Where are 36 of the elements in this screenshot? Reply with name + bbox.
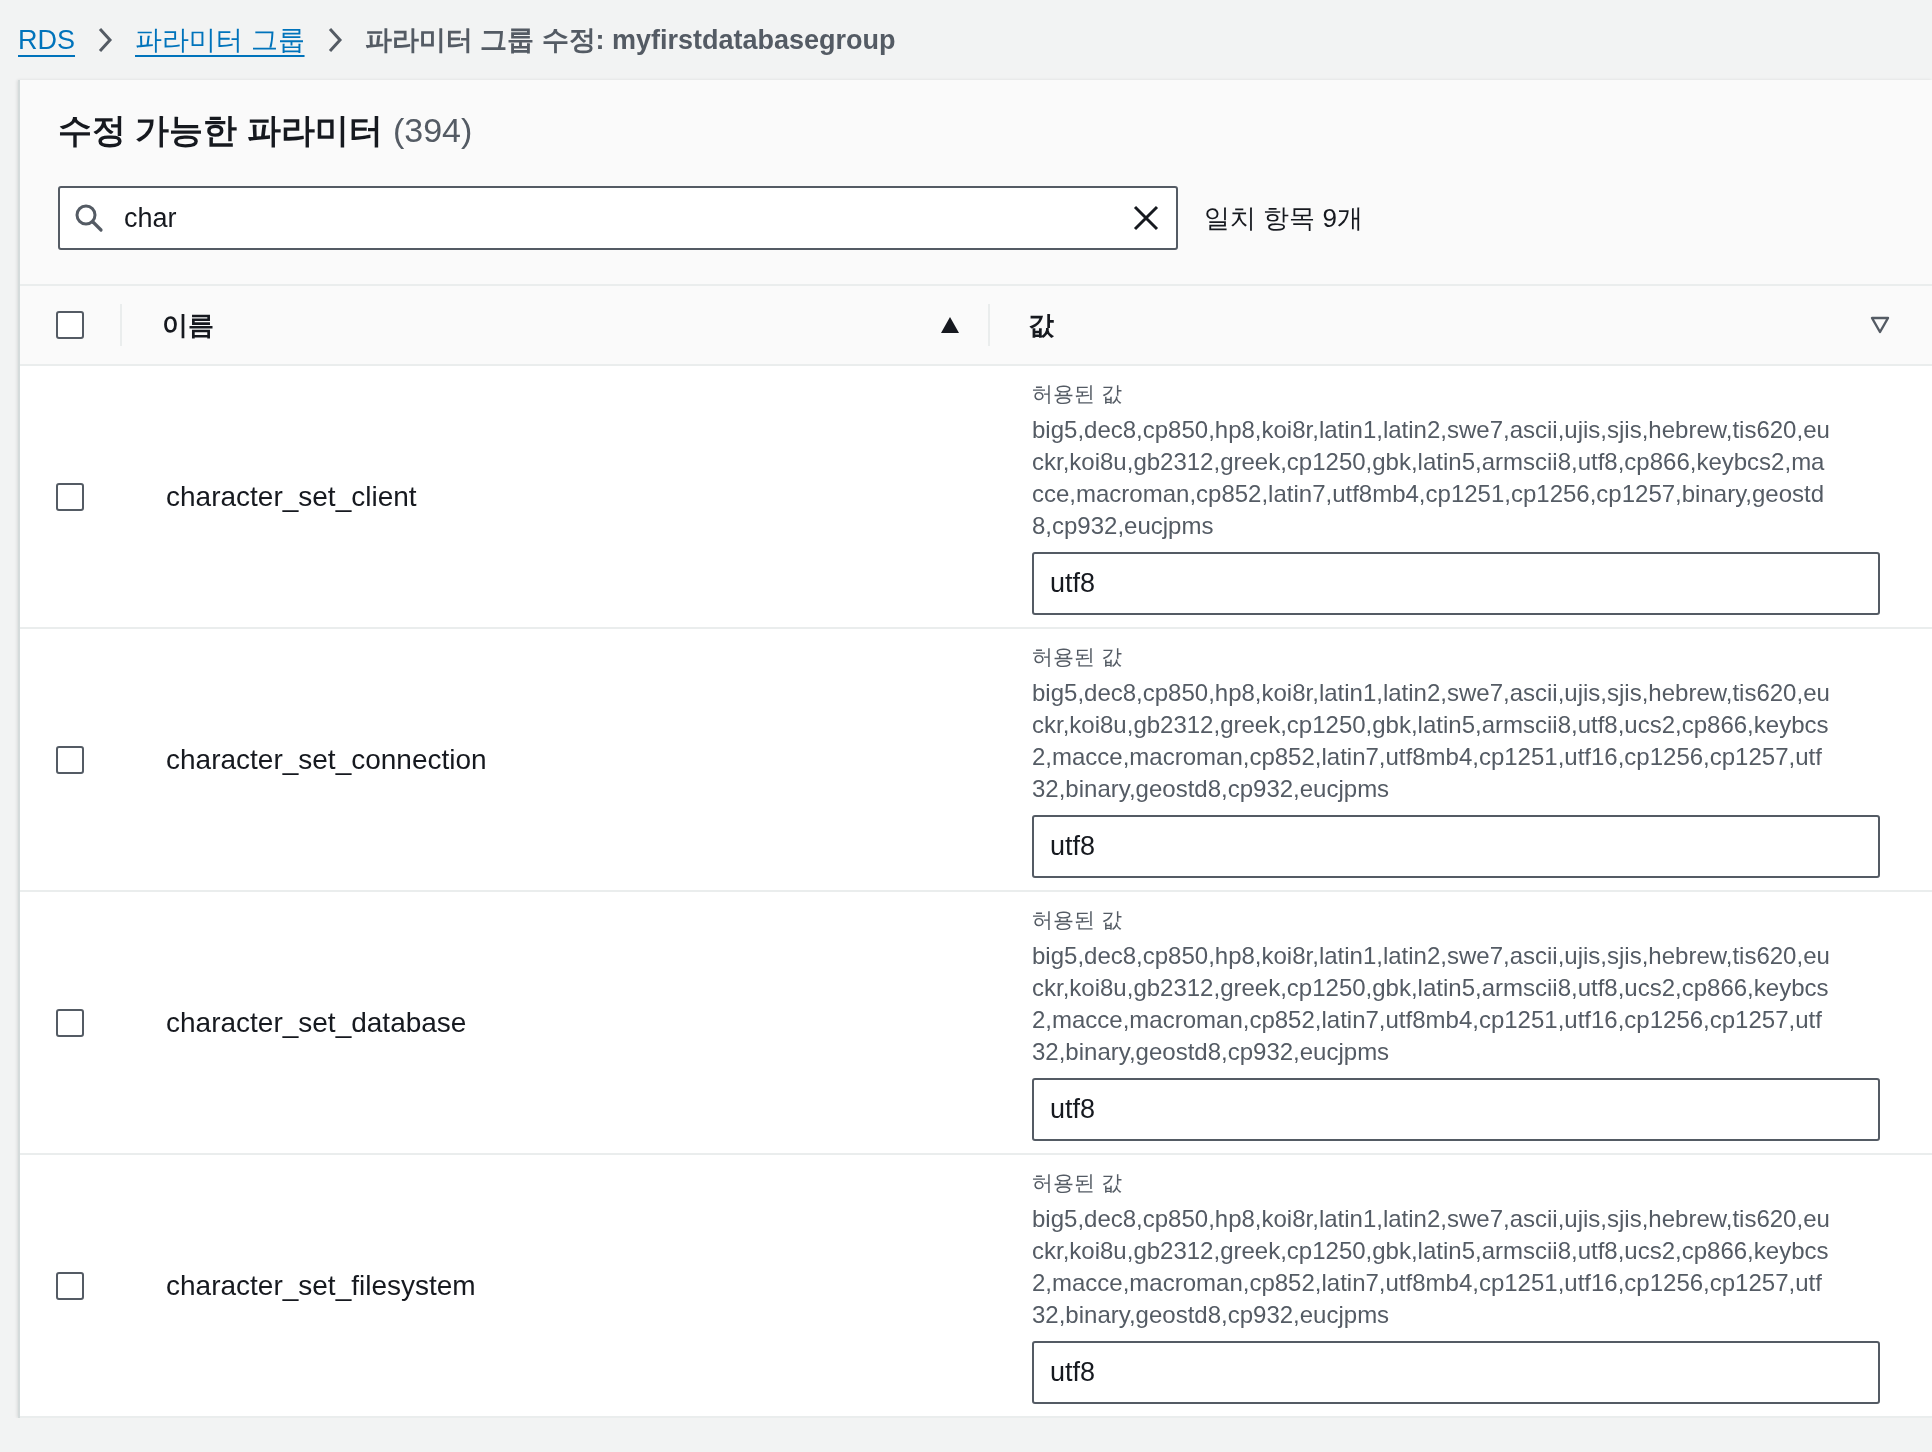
checkbox[interactable] (56, 1008, 84, 1037)
allowed-values-label: 허용된 값 (1032, 907, 1123, 933)
checkbox[interactable] (56, 1271, 84, 1300)
match-count: 일치 항목 9개 (1204, 201, 1363, 235)
checkbox[interactable] (56, 482, 84, 511)
value-field[interactable]: utf8 (1032, 1078, 1880, 1141)
chevron-right-icon (326, 27, 343, 53)
value-field[interactable]: utf8 (1032, 552, 1880, 615)
breadcrumb-link[interactable]: RDS (18, 24, 75, 56)
sort-icon[interactable] (1870, 316, 1890, 334)
value-field[interactable]: utf8 (1032, 815, 1880, 878)
allowed-values-text: big5,dec8,cp850,hp8,koi8r,latin1,latin2,swe7,ascii,ujis,sjis,hebrew,tis620,euckr,koi8u,gb2312,greek,cp1250,gbk,latin5,armscii8,utf8,ucs2,cp866,keybcs2,macce,macroman,cp852,latin7,utf8mb4,cp1251,utf16,cp1256,cp1257,utf32,binary,geostd8,cp932,eucjpms (1032, 941, 1831, 1067)
panel-title: 수정 가능한 파라미터 (58, 110, 383, 151)
allowed-values-label: 허용된 값 (1032, 1170, 1123, 1196)
parameter-count: (394) (392, 111, 473, 150)
column-header[interactable]: 이름 (162, 307, 214, 343)
value-field[interactable]: utf8 (1032, 1341, 1880, 1404)
parameter-name: character_set_filesystem (166, 1269, 476, 1302)
breadcrumb-current: 파라미터 그룹 수정: myfirstdatabasegroup (364, 24, 896, 57)
chevron-right-icon (97, 27, 113, 53)
parameter-name: character_set_database (166, 1006, 467, 1039)
allowed-values-text: big5,dec8,cp850,hp8,koi8r,latin1,latin2,swe7,ascii,ujis,sjis,hebrew,tis620,euckr,koi8u,gb2312,greek,cp1250,gbk,latin5,armscii8,utf8,ucs2,cp866,keybcs2,macce,macroman,cp852,latin7,utf8mb4,cp1251,utf16,cp1256,cp1257,utf32,binary,geostd8,cp932,eucjpms (1032, 678, 1831, 804)
search-icon (74, 203, 104, 233)
breadcrumb-link[interactable]: 파라미터 그룹 (135, 22, 305, 58)
sort-ascending-icon[interactable] (940, 316, 960, 334)
checkbox[interactable] (56, 745, 84, 774)
parameter-name: character_set_client (166, 480, 417, 513)
allowed-values-text: big5,dec8,cp850,hp8,koi8r,latin1,latin2,swe7,ascii,ujis,sjis,hebrew,tis620,euckr,koi8u,gb2312,greek,cp1250,gbk,latin5,armscii8,utf8,cp866,keybcs2,macce,macroman,cp852,latin7,utf8mb4,cp1251,cp1256,cp1257,binary,geostd8,cp932,eucjpms (1032, 415, 1831, 541)
column-header[interactable]: 값 (1028, 307, 1054, 343)
clear-icon[interactable] (1132, 204, 1160, 232)
parameter-name: character_set_connection (166, 743, 487, 776)
allowed-values-text: big5,dec8,cp850,hp8,koi8r,latin1,latin2,swe7,ascii,ujis,sjis,hebrew,tis620,euckr,koi8u,gb2312,greek,cp1250,gbk,latin5,armscii8,utf8,ucs2,cp866,keybcs2,macce,macroman,cp852,latin7,utf8mb4,cp1251,utf16,cp1256,cp1257,utf32,binary,geostd8,cp932,eucjpms (1032, 1204, 1831, 1330)
allowed-values-label: 허용된 값 (1032, 644, 1123, 670)
allowed-values-label: 허용된 값 (1032, 381, 1123, 407)
search-field[interactable]: char (58, 186, 1178, 250)
checkbox[interactable] (56, 311, 84, 339)
